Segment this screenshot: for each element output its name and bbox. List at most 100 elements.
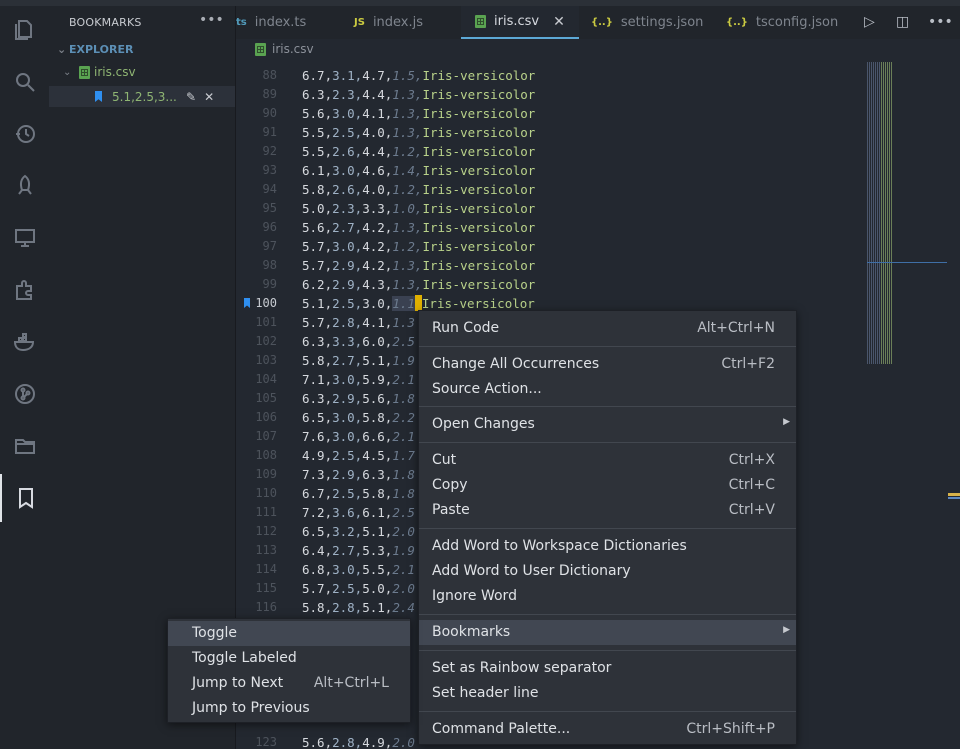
tab-tsconfig-json[interactable]: {..} tsconfig.json <box>726 6 846 39</box>
csv-field: 2.5, <box>332 486 363 501</box>
folder-icon[interactable] <box>0 422 49 470</box>
csv-field: 3.3, <box>362 201 393 216</box>
menu-item-label: Source Action... <box>432 381 542 397</box>
run-icon[interactable]: ▷ <box>864 14 875 30</box>
breadcrumb[interactable]: iris.csv <box>255 42 314 56</box>
csv-field: 5.5, <box>362 562 393 577</box>
csv-field: 1.5, <box>392 68 423 83</box>
csv-field: 4.0, <box>362 182 393 197</box>
line-number: 101 <box>255 315 277 329</box>
csv-field: 4.4, <box>362 87 393 102</box>
code-line[interactable]: 99 6.2,2.9,4.3,1.3,Iris-versicolor <box>236 275 866 294</box>
code-line[interactable]: 90 5.6,3.0,4.1,1.3,Iris-versicolor <box>236 104 866 123</box>
tree-item-file[interactable]: ⌄ iris.csv <box>63 65 136 79</box>
search-icon[interactable] <box>0 58 49 106</box>
menu-item-change-all-occurrences[interactable]: Change All Occurrences Ctrl+F2 <box>419 352 796 377</box>
csv-field: 2.5 <box>392 505 415 520</box>
bookmarks-icon[interactable] <box>0 474 49 522</box>
docker-icon[interactable] <box>0 318 49 366</box>
edit-icon[interactable]: ✎ <box>186 90 196 104</box>
csv-field: 5.1, <box>362 524 393 539</box>
split-editor-icon[interactable]: ◫ <box>896 14 909 30</box>
menu-item-ignore-word[interactable]: Ignore Word <box>419 584 796 609</box>
code-line[interactable]: 96 5.6,2.7,4.2,1.3,Iris-versicolor <box>236 218 866 237</box>
submenu-item-jump-to-next[interactable]: Jump to Next Alt+Ctrl+L <box>168 671 410 696</box>
explorer-section[interactable]: ⌄ EXPLORER <box>57 43 133 56</box>
csv-file-icon <box>79 65 90 79</box>
csv-field: 5.5, <box>302 125 333 140</box>
code-line[interactable]: 93 6.1,3.0,4.6,1.4,Iris-versicolor <box>236 161 866 180</box>
menu-item-command-palette[interactable]: Command Palette... Ctrl+Shift+P <box>419 717 796 742</box>
menu-separator <box>419 406 796 407</box>
code-line[interactable]: 89 6.3,2.3,4.4,1.3,Iris-versicolor <box>236 85 866 104</box>
submenu-item-toggle[interactable]: Toggle <box>168 621 410 646</box>
history-icon[interactable] <box>0 110 49 158</box>
code-line[interactable]: 95 5.0,2.3,3.3,1.0,Iris-versicolor <box>236 199 866 218</box>
javascript-file-icon: JS <box>354 17 365 28</box>
csv-field: 5.1, <box>302 296 333 311</box>
csv-row: 5.7,2.9,4.2,1.3,Iris-versicolor <box>302 256 535 275</box>
menu-item-bookmarks[interactable]: Bookmarks ▶ <box>419 620 796 645</box>
code-line[interactable]: 88 6.7,3.1,4.7,1.5,Iris-versicolor <box>236 66 866 85</box>
code-line[interactable]: 94 5.8,2.6,4.0,1.2,Iris-versicolor <box>236 180 866 199</box>
line-number: 109 <box>255 467 277 481</box>
close-icon[interactable]: ✕ <box>204 90 214 104</box>
remote-explorer-icon[interactable] <box>0 214 49 262</box>
code-line[interactable]: 98 5.7,2.9,4.2,1.3,Iris-versicolor <box>236 256 866 275</box>
csv-field: 5.6, <box>302 220 333 235</box>
menu-item-set-header-line[interactable]: Set header line <box>419 681 796 706</box>
menu-item-add-word-to-user-dictionary[interactable]: Add Word to User Dictionary <box>419 559 796 584</box>
csv-field: 3.0, <box>332 562 363 577</box>
menu-item-set-as-rainbow-separator[interactable]: Set as Rainbow separator <box>419 656 796 681</box>
submenu-item-jump-to-previous[interactable]: Jump to Previous <box>168 696 410 721</box>
csv-field: 4.3, <box>362 277 393 292</box>
menu-item-label: Add Word to User Dictionary <box>432 563 631 579</box>
menu-item-label: Bookmarks <box>432 624 511 640</box>
menu-item-copy[interactable]: Copy Ctrl+C <box>419 473 796 498</box>
menu-item-add-word-to-workspace-dictionaries[interactable]: Add Word to Workspace Dictionaries <box>419 534 796 559</box>
csv-field: 3.0, <box>332 163 363 178</box>
menu-item-cut[interactable]: Cut Ctrl+X <box>419 448 796 473</box>
tab-index-ts[interactable]: ts index.ts <box>236 6 336 39</box>
code-line[interactable]: 92 5.5,2.6,4.4,1.2,Iris-versicolor <box>236 142 866 161</box>
menu-item-open-changes[interactable]: Open Changes ▶ <box>419 412 796 437</box>
breadcrumb-file: iris.csv <box>272 42 314 56</box>
tab-iris-csv[interactable]: iris.csv ✕ <box>461 6 579 39</box>
menu-item-run-code[interactable]: Run Code Alt+Ctrl+N <box>419 316 796 341</box>
chevron-down-icon: ⌄ <box>63 66 72 78</box>
line-number: 114 <box>255 562 277 576</box>
close-tab-icon[interactable]: ✕ <box>553 14 565 30</box>
csv-field: 4.9, <box>302 448 333 463</box>
json-file-icon: {..} <box>726 17 748 28</box>
code-line[interactable]: 91 5.5,2.5,4.0,1.3,Iris-versicolor <box>236 123 866 142</box>
menu-item-source-action[interactable]: Source Action... <box>419 377 796 402</box>
context-menu: Run Code Alt+Ctrl+N Change All Occurrences… <box>418 310 797 745</box>
code-line[interactable]: 97 5.7,3.0,4.2,1.2,Iris-versicolor <box>236 237 866 256</box>
menu-item-label: Command Palette... <box>432 721 571 737</box>
more-actions-icon[interactable]: ••• <box>199 12 224 28</box>
menu-item-label: Cut <box>432 452 457 468</box>
files-icon[interactable] <box>0 6 49 54</box>
csv-field: 1.3, <box>392 277 423 292</box>
csv-field: 3.2, <box>332 524 363 539</box>
line-number: 97 <box>262 239 277 253</box>
tab-settings-json[interactable]: {..} settings.json <box>591 6 711 39</box>
menu-item-paste[interactable]: Paste Ctrl+V <box>419 498 796 523</box>
line-number: 90 <box>262 106 277 120</box>
csv-row: 6.2,2.9,4.3,1.3,Iris-versicolor <box>302 275 535 294</box>
csv-field: 6.0, <box>362 334 393 349</box>
tab-index-js[interactable]: JS index.js <box>354 6 464 39</box>
more-actions-icon[interactable]: ••• <box>928 14 953 30</box>
rocket-icon[interactable] <box>0 162 49 210</box>
csv-field: 6.5, <box>302 410 333 425</box>
csv-field: 2.0 <box>392 735 415 749</box>
tree-item-bookmark[interactable]: 5.1,2.5,3.... ✎ ✕ <box>49 86 235 107</box>
csv-row: 7.1,3.0,5.9,2.1 <box>302 370 415 389</box>
submenu-arrow-icon: ▶ <box>783 417 790 427</box>
menu-item-label: Ignore Word <box>432 588 517 604</box>
source-control-icon[interactable] <box>0 370 49 418</box>
minimap[interactable] <box>867 62 897 364</box>
menu-item-label: Paste <box>432 502 470 518</box>
extensions-icon[interactable] <box>0 266 49 314</box>
submenu-item-toggle-labeled[interactable]: Toggle Labeled <box>168 646 410 671</box>
